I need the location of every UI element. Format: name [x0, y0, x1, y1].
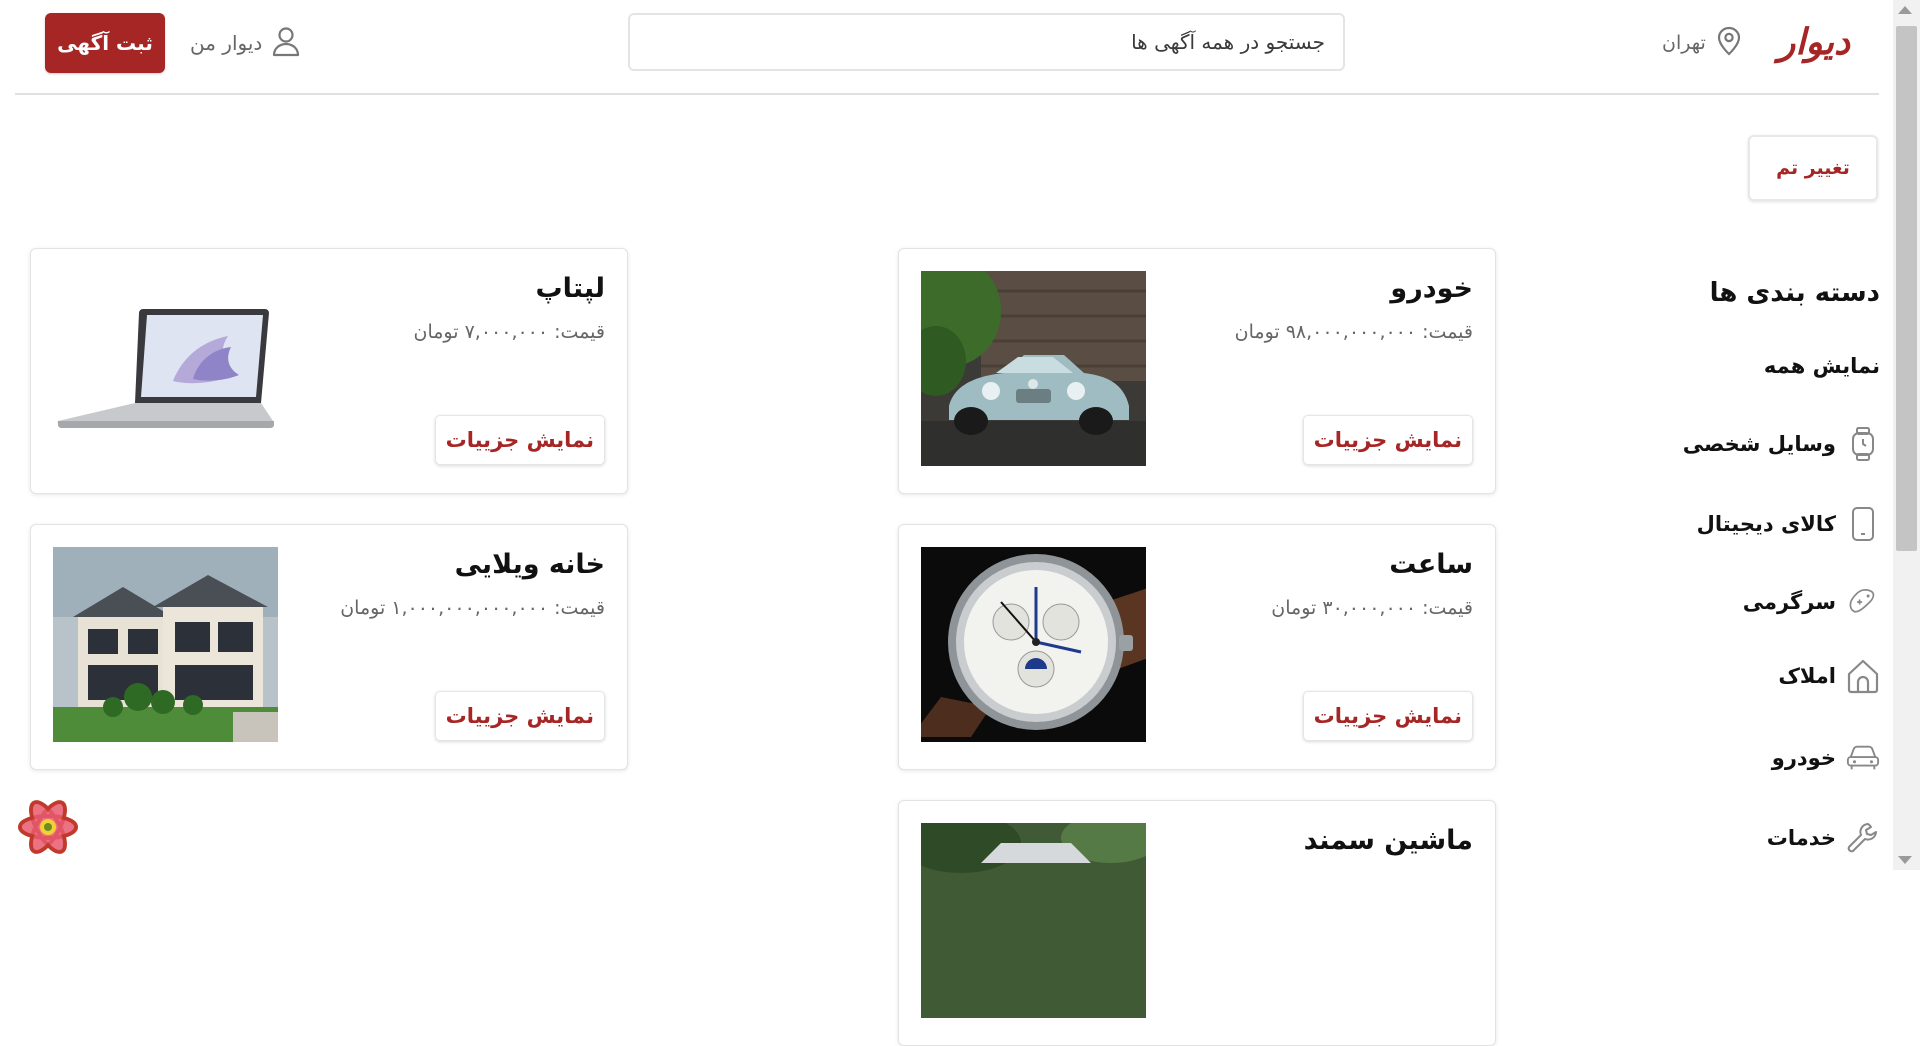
ad-card[interactable]: خودرو قیمت: ۹۸,۰۰۰,۰۰۰,۰۰۰ تومان نمایش ج…: [898, 248, 1496, 494]
search-input[interactable]: [628, 13, 1345, 71]
ad-card[interactable]: ساعت قیمت: ۳۰,۰۰۰,۰۰۰ تومان نمایش جزییات: [898, 524, 1496, 770]
scroll-up-arrow-icon[interactable]: [1898, 6, 1912, 14]
sidebar-item-services[interactable]: خدمات: [1767, 814, 1880, 862]
sidebar-item-label: سرگرمی: [1742, 590, 1836, 614]
phone-icon: [1846, 507, 1880, 541]
sidebar-item-label: خودرو: [1771, 746, 1836, 770]
ad-card[interactable]: خانه ویلایی قیمت: ۱,۰۰۰,۰۰۰,۰۰۰,۰۰۰ توما…: [30, 524, 628, 770]
header: دیوار تهران دیوار من ثبت آگهی: [0, 0, 1880, 96]
show-details-button[interactable]: نمایش جزییات: [434, 415, 605, 465]
scrollbar-thumb[interactable]: [1896, 26, 1917, 551]
ad-price: قیمت: ۷,۰۰۰,۰۰۰ تومان: [413, 321, 605, 343]
user-icon: [270, 25, 302, 62]
sidebar-item-digital[interactable]: کالای دیجیتال: [1697, 500, 1880, 548]
city-selector[interactable]: تهران: [1662, 26, 1742, 60]
wrench-icon: [1846, 821, 1880, 855]
my-divar-label: دیوار من: [190, 31, 263, 55]
sidebar-item-real-estate[interactable]: املاک: [1778, 652, 1880, 700]
categories-title: دسته بندی ها: [1709, 278, 1880, 308]
sidebar-item-vehicles[interactable]: خودرو: [1772, 734, 1880, 782]
show-details-button[interactable]: نمایش جزییات: [1302, 691, 1473, 741]
sidebar-item-label: املاک: [1778, 664, 1836, 688]
divar-logo[interactable]: دیوار: [1778, 8, 1850, 76]
scroll-down-arrow-icon[interactable]: [1898, 856, 1912, 864]
header-divider: [15, 93, 1879, 95]
ad-title: خودرو: [1390, 273, 1473, 304]
sidebar-item-label: نمایش همه: [1763, 354, 1880, 378]
show-details-button[interactable]: نمایش جزییات: [1302, 415, 1473, 465]
watch-icon: [1846, 427, 1880, 461]
laptop-image[interactable]: [53, 271, 278, 466]
ad-price: قیمت: ۱,۰۰۰,۰۰۰,۰۰۰,۰۰۰ تومان: [340, 597, 605, 619]
city-label: تهران: [1662, 32, 1706, 54]
ad-title: ساعت: [1389, 549, 1473, 580]
watch-image[interactable]: [921, 547, 1146, 742]
house-icon: [1846, 659, 1880, 694]
sidebar-item-label: کالای دیجیتال: [1696, 512, 1836, 536]
samand-image[interactable]: [921, 823, 1146, 1018]
change-theme-button[interactable]: تغییر تم: [1748, 135, 1878, 201]
sidebar-item-personal[interactable]: وسایل شخصی: [1683, 420, 1880, 468]
post-ad-button[interactable]: ثبت آگهی: [45, 13, 165, 73]
ad-title: لپتاپ: [535, 273, 605, 304]
sidebar-item-all[interactable]: نمایش همه: [1764, 342, 1880, 390]
show-details-button[interactable]: نمایش جزییات: [434, 691, 605, 741]
sidebar-item-label: وسایل شخصی: [1682, 432, 1836, 456]
react-devtools-icon[interactable]: [16, 795, 80, 859]
sidebar-item-label: خدمات: [1766, 826, 1836, 850]
sidebar-item-entertainment[interactable]: سرگرمی: [1743, 578, 1880, 626]
ad-title: ماشین سمند: [1303, 825, 1473, 856]
my-divar-button[interactable]: دیوار من: [190, 24, 302, 62]
ad-card[interactable]: ماشین سمند: [898, 800, 1496, 1046]
car-image[interactable]: [921, 271, 1146, 466]
gamepad-icon: [1846, 585, 1880, 619]
villa-image[interactable]: [53, 547, 278, 742]
ad-price: قیمت: ۹۸,۰۰۰,۰۰۰,۰۰۰ تومان: [1234, 321, 1473, 343]
ad-price: قیمت: ۳۰,۰۰۰,۰۰۰ تومان: [1271, 597, 1473, 619]
ad-title: خانه ویلایی: [454, 549, 605, 580]
car-icon: [1846, 741, 1880, 775]
ad-card[interactable]: لپتاپ قیمت: ۷,۰۰۰,۰۰۰ تومان نمایش جزییات: [30, 248, 628, 494]
location-pin-icon: [1716, 26, 1742, 61]
